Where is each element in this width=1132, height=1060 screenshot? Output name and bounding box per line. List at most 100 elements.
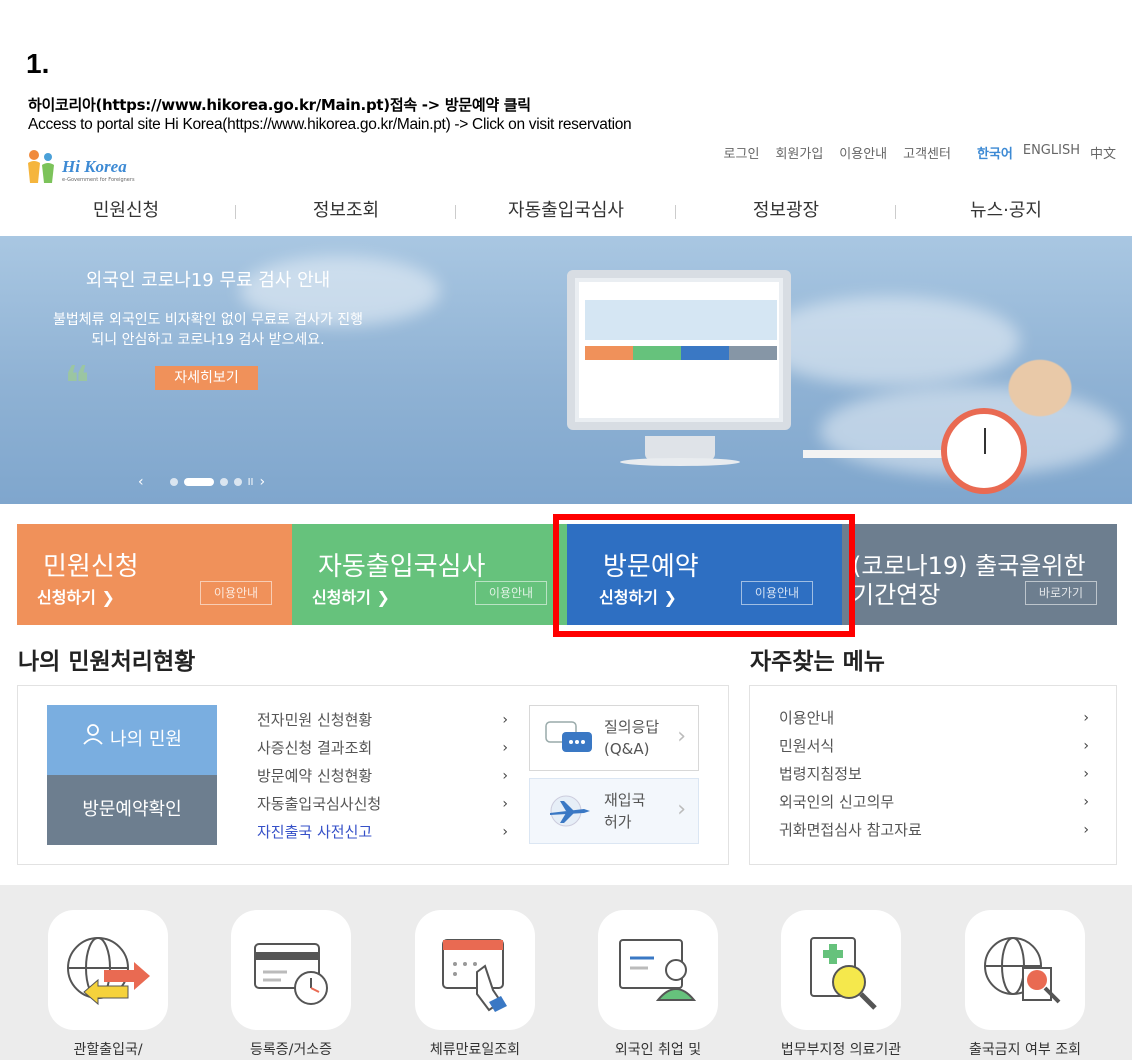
quick-apply-link[interactable]: 신청하기 ❯ bbox=[312, 584, 390, 608]
quick-auto-immigration[interactable]: 자동출입국심사 신청하기 ❯ 이용안내 bbox=[292, 524, 567, 625]
worker-screen-icon[interactable] bbox=[598, 910, 718, 1030]
airplane-globe-icon bbox=[544, 793, 594, 833]
chevron-right-icon: › bbox=[1083, 738, 1089, 754]
quick-civil-application[interactable]: 민원신청 신청하기 ❯ 이용안내 bbox=[17, 524, 292, 625]
chevron-right-icon: › bbox=[502, 740, 508, 756]
qna-label-line1: 질의응답 bbox=[604, 718, 660, 736]
highlight-box bbox=[553, 514, 855, 637]
status-link-label: 자진출국 사전신고 bbox=[257, 823, 373, 841]
quick-apply-link[interactable]: 신청하기 ❯ bbox=[37, 584, 115, 608]
reentry-label-line2: 허가 bbox=[604, 813, 632, 831]
service-icons-strip: 관할출입국/ 등록증/거소증 체류만료일조회 외국인 취업 및 법무부지정 의료… bbox=[0, 885, 1132, 1060]
banner-detail-button[interactable]: 자세히보기 bbox=[155, 366, 258, 390]
service-label: 등록증/거소증 bbox=[250, 1042, 332, 1058]
utility-nav: 로그인 회원가입 이용안내 고객센터 한국어 ENGLISH 中文 bbox=[724, 143, 1116, 162]
alarm-clock-icon bbox=[941, 408, 1027, 494]
slide-dot[interactable] bbox=[233, 478, 242, 486]
banner-pause-button[interactable]: II bbox=[248, 477, 254, 488]
hikorea-logo[interactable]: Hi Korea e-Government for Foreigners bbox=[24, 147, 144, 187]
chevron-right-icon: › bbox=[1083, 794, 1089, 810]
customer-center-link[interactable]: 고객센터 bbox=[903, 143, 951, 162]
slide-dot[interactable] bbox=[169, 478, 178, 486]
nav-news-notice[interactable]: 뉴스·공지 bbox=[896, 196, 1116, 228]
medical-search-icon[interactable] bbox=[781, 910, 901, 1030]
chevron-right-icon: › bbox=[502, 824, 508, 840]
quick-title: 자동출입국심사 bbox=[318, 552, 486, 582]
logo-tagline: e-Government for Foreigners bbox=[62, 177, 135, 183]
frequent-menu-title: 자주찾는 메뉴 bbox=[750, 649, 885, 675]
guide-link[interactable]: 이용안내 bbox=[839, 143, 887, 162]
status-link-row[interactable]: 자진출국 사전신고 › bbox=[257, 822, 512, 850]
card-clock-icon[interactable] bbox=[231, 910, 351, 1030]
main-nav: 민원신청 정보조회 자동출입국심사 정보광장 뉴스·공지 bbox=[16, 196, 1116, 228]
calendar-touch-icon[interactable] bbox=[415, 910, 535, 1030]
banner-next-button[interactable]: › bbox=[260, 474, 266, 490]
chevron-right-icon: › bbox=[502, 768, 508, 784]
reentry-label-line1: 재입국 bbox=[604, 791, 646, 809]
frequent-menu-item[interactable]: 귀화면접심사 참고자료 › bbox=[779, 820, 1089, 848]
monitor-hero bbox=[585, 300, 777, 340]
chevron-right-icon: › bbox=[502, 712, 508, 728]
banner-controls: ‹ II › bbox=[138, 474, 265, 490]
banner-text-line1: 불법체류 외국인도 비자확인 없이 무료로 검사가 진행 bbox=[52, 312, 364, 328]
frequent-menu-label: 이용안내 bbox=[779, 709, 835, 727]
qna-card[interactable]: 질의응답 (Q&A) › bbox=[529, 705, 699, 771]
logo-text: Hi Korea bbox=[62, 157, 127, 176]
quick-shortcut-button[interactable]: 바로가기 bbox=[1025, 581, 1097, 605]
frequent-menu-label: 민원서식 bbox=[779, 737, 835, 755]
status-link-row[interactable]: 사증신청 결과조회 › bbox=[257, 738, 512, 766]
logo-figure-icon bbox=[28, 150, 54, 183]
visit-reservation-check-button[interactable]: 방문예약확인 bbox=[47, 775, 217, 845]
service-label: 체류만료일조회 bbox=[429, 1042, 521, 1058]
banner-prev-button[interactable]: ‹ bbox=[138, 474, 144, 490]
nav-info-inquiry[interactable]: 정보조회 bbox=[236, 196, 456, 228]
reentry-card[interactable]: 재입국 허가 › bbox=[529, 778, 699, 844]
status-link-row[interactable]: 방문예약 신청현황 › bbox=[257, 766, 512, 794]
slide-dot[interactable] bbox=[219, 478, 228, 486]
signup-link[interactable]: 회원가입 bbox=[775, 143, 823, 162]
qna-label-line2: (Q&A) bbox=[604, 740, 650, 758]
status-link-label: 전자민원 신청현황 bbox=[257, 711, 373, 729]
quick-guide-button[interactable]: 이용안내 bbox=[475, 581, 547, 605]
frequent-menu-label: 외국인의 신고의무 bbox=[779, 793, 895, 811]
slide-dot-active[interactable] bbox=[183, 478, 214, 486]
quick-title-line1: (코로나19) 출국을위한 bbox=[852, 552, 1086, 580]
globe-exchange-icon[interactable] bbox=[48, 910, 168, 1030]
quick-covid-extension[interactable]: (코로나19) 출국을위한 기간연장 바로가기 bbox=[842, 524, 1117, 625]
status-link-row[interactable]: 자동출입국심사신청 › bbox=[257, 794, 512, 822]
service-label: 외국인 취업 및 bbox=[614, 1042, 702, 1058]
lang-korean[interactable]: 한국어 bbox=[977, 143, 1013, 162]
status-link-label: 방문예약 신청현황 bbox=[257, 767, 373, 785]
service-label: 관할출입국/ bbox=[73, 1042, 143, 1058]
frequent-menu-label: 법령지침정보 bbox=[779, 765, 862, 783]
nav-civil-application[interactable]: 민원신청 bbox=[16, 196, 236, 228]
lang-english[interactable]: ENGLISH bbox=[1023, 143, 1080, 162]
speech-bubble-icon bbox=[544, 720, 594, 760]
quick-title: 민원신청 bbox=[43, 552, 139, 582]
monitor-illustration bbox=[567, 270, 791, 430]
quick-guide-button[interactable]: 이용안내 bbox=[200, 581, 272, 605]
reentry-label: 재입국 허가 bbox=[604, 789, 645, 833]
chevron-right-icon: › bbox=[502, 796, 508, 812]
login-link[interactable]: 로그인 bbox=[724, 143, 760, 162]
quote-icon: ❝ bbox=[64, 358, 90, 411]
user-icon bbox=[82, 705, 104, 775]
frequent-menu-item[interactable]: 이용안내 › bbox=[779, 708, 1089, 736]
chevron-right-icon: › bbox=[677, 797, 686, 822]
nav-info-plaza[interactable]: 정보광장 bbox=[676, 196, 896, 228]
my-status-links: 전자민원 신청현황 › 사증신청 결과조회 › 방문예약 신청현황 › 자동출입국심사… bbox=[257, 710, 512, 850]
my-civil-label: 나의 민원 bbox=[110, 729, 182, 750]
status-link-label: 자동출입국심사신청 bbox=[257, 795, 382, 813]
frequent-menu-item[interactable]: 법령지침정보 › bbox=[779, 764, 1089, 792]
my-civil-button[interactable]: 나의 민원 bbox=[47, 705, 217, 775]
chevron-right-icon: › bbox=[1083, 766, 1089, 782]
banner-text: 불법체류 외국인도 비자확인 없이 무료로 검사가 진행 되니 안심하고 코로나… bbox=[0, 310, 416, 350]
status-link-row[interactable]: 전자민원 신청현황 › bbox=[257, 710, 512, 738]
frequent-menu-item[interactable]: 외국인의 신고의무 › bbox=[779, 792, 1089, 820]
globe-person-search-icon[interactable] bbox=[965, 910, 1085, 1030]
my-status-title: 나의 민원처리현황 bbox=[18, 649, 196, 675]
nav-auto-immigration[interactable]: 자동출입국심사 bbox=[456, 196, 676, 228]
lang-chinese[interactable]: 中文 bbox=[1090, 143, 1116, 162]
monitor-base bbox=[620, 458, 740, 466]
frequent-menu-item[interactable]: 민원서식 › bbox=[779, 736, 1089, 764]
